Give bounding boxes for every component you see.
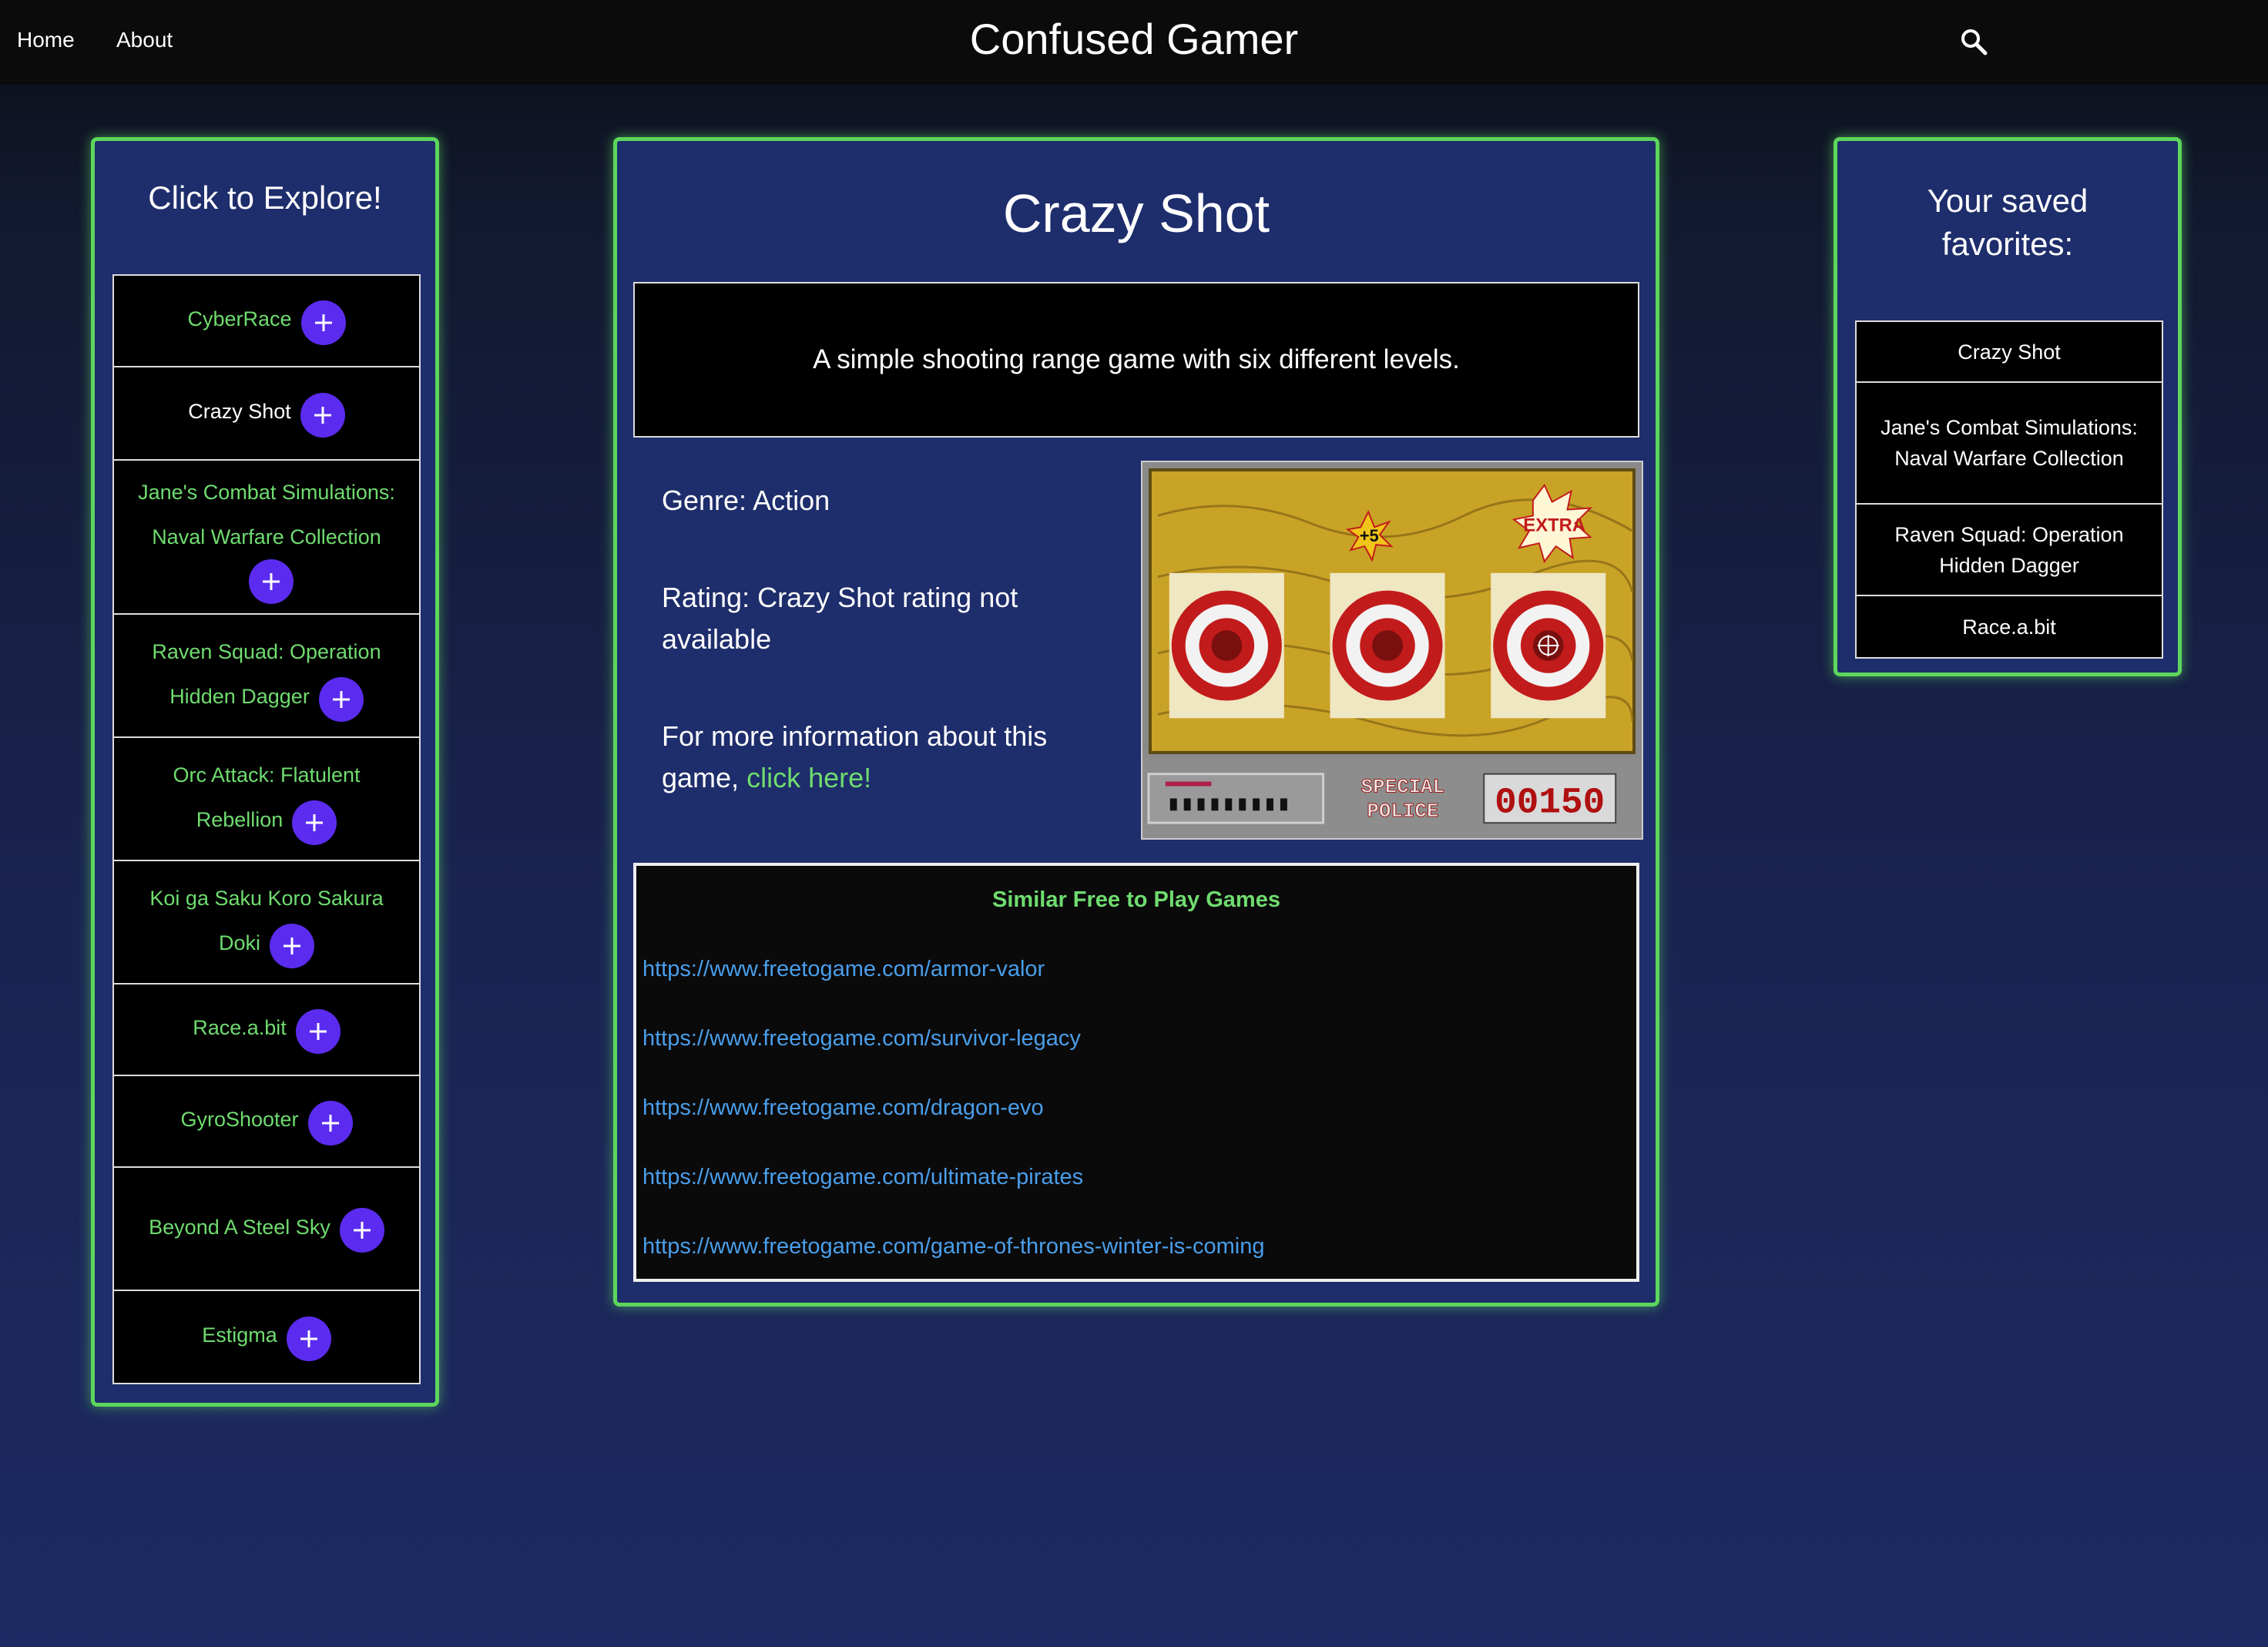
explore-item-label[interactable]: Race.a.bit bbox=[193, 1016, 287, 1039]
explore-panel: Click to Explore! CyberRace Crazy Shot J… bbox=[91, 137, 439, 1407]
bonus-badge: +5 bbox=[1360, 526, 1379, 545]
explore-item-label[interactable]: Crazy Shot bbox=[188, 400, 291, 423]
add-favorite-button[interactable] bbox=[300, 300, 346, 345]
target-1 bbox=[1169, 572, 1284, 719]
add-favorite-button[interactable] bbox=[300, 392, 345, 438]
add-favorite-button[interactable] bbox=[270, 924, 314, 969]
explore-item-label[interactable]: Koi ga Saku Koro Sakura Doki bbox=[149, 887, 383, 954]
list-item[interactable]: Crazy Shot bbox=[114, 367, 419, 461]
game-rating: Rating: Crazy Shot rating not available bbox=[662, 582, 1018, 655]
favorites-title-text: Your saved favorites: bbox=[1927, 183, 2089, 262]
more-info: For more information about this game, cl… bbox=[662, 716, 1093, 799]
similar-game-link[interactable]: https://www.freetogame.com/armor-valor bbox=[642, 957, 1045, 982]
target-3 bbox=[1491, 572, 1606, 719]
similar-games: Similar Free to Play Games https://www.f… bbox=[633, 863, 1639, 1282]
explore-item-label[interactable]: Estigma bbox=[202, 1323, 277, 1347]
add-favorite-button[interactable] bbox=[286, 1316, 331, 1361]
favorite-item[interactable]: Raven Squad: Operation Hidden Dagger bbox=[1857, 505, 2162, 596]
explore-title: Click to Explore! bbox=[148, 179, 382, 216]
list-item[interactable]: Raven Squad: Operation Hidden Dagger bbox=[114, 615, 419, 738]
favorite-item[interactable]: Race.a.bit bbox=[1857, 596, 2162, 657]
game-genre: Genre: Action bbox=[662, 485, 830, 516]
favorite-item[interactable]: Jane's Combat Simulations: Naval Warfare… bbox=[1857, 383, 2162, 505]
top-nav: Home About Confused Gamer bbox=[0, 0, 2268, 85]
similar-game-link[interactable]: https://www.freetogame.com/survivor-lega… bbox=[642, 1026, 1081, 1052]
add-favorite-button[interactable] bbox=[292, 800, 337, 846]
score-display: 00150 bbox=[1495, 782, 1605, 824]
extra-badge: EXTRA bbox=[1523, 515, 1585, 535]
list-item[interactable]: Beyond A Steel Sky bbox=[114, 1168, 419, 1291]
explore-item-label[interactable]: CyberRace bbox=[187, 307, 291, 330]
list-item[interactable]: CyberRace bbox=[114, 276, 419, 367]
add-favorite-button[interactable] bbox=[307, 1100, 353, 1146]
favorite-item[interactable]: Crazy Shot bbox=[1857, 322, 2162, 383]
list-item[interactable]: GyroShooter bbox=[114, 1076, 419, 1168]
list-item[interactable]: Jane's Combat Simulations: Naval Warfare… bbox=[114, 461, 419, 615]
similar-game-link[interactable]: https://www.freetogame.com/dragon-evo bbox=[642, 1095, 1044, 1121]
similar-game-link[interactable]: https://www.freetogame.com/ultimate-pira… bbox=[642, 1165, 1083, 1190]
target-2 bbox=[1330, 572, 1445, 719]
favorites-panel: Your saved favorites: Crazy Shot Jane's … bbox=[1834, 137, 2182, 676]
game-detail-panel: Crazy Shot A simple shooting range game … bbox=[613, 137, 1659, 1307]
game-screenshot: +5 EXTRA SPECIAL POLICE 00150 bbox=[1141, 461, 1643, 840]
special-label: SPECIAL bbox=[1361, 777, 1444, 799]
game-info: Genre: Action Rating: Crazy Shot rating … bbox=[662, 480, 1093, 854]
search-icon[interactable] bbox=[1958, 26, 1989, 57]
similar-games-title: Similar Free to Play Games bbox=[992, 887, 1280, 912]
favorites-title: Your saved favorites: bbox=[1837, 179, 2178, 266]
site-title: Confused Gamer bbox=[969, 15, 1299, 63]
more-info-link[interactable]: click here! bbox=[746, 762, 871, 793]
explore-item-label[interactable]: Jane's Combat Simulations: Naval Warfare… bbox=[138, 481, 395, 548]
explore-item-label[interactable]: Beyond A Steel Sky bbox=[149, 1216, 330, 1239]
add-favorite-button[interactable] bbox=[249, 559, 294, 604]
explore-item-label[interactable]: GyroShooter bbox=[180, 1108, 298, 1131]
add-favorite-button[interactable] bbox=[318, 677, 364, 723]
list-item[interactable]: Orc Attack: Flatulent Rebellion bbox=[114, 738, 419, 861]
list-item[interactable]: Koi ga Saku Koro Sakura Doki bbox=[114, 861, 419, 985]
explore-list: CyberRace Crazy Shot Jane's Combat Simul… bbox=[112, 274, 421, 1384]
similar-game-link[interactable]: https://www.freetogame.com/game-of-thron… bbox=[642, 1234, 1264, 1260]
add-favorite-button[interactable] bbox=[295, 1008, 341, 1054]
add-favorite-button[interactable] bbox=[339, 1208, 384, 1253]
list-item[interactable]: Race.a.bit bbox=[114, 985, 419, 1076]
game-description: A simple shooting range game with six di… bbox=[633, 282, 1639, 438]
favorites-list: Crazy Shot Jane's Combat Simulations: Na… bbox=[1855, 320, 2163, 659]
game-title: Crazy Shot bbox=[1002, 183, 1270, 243]
police-label: POLICE bbox=[1367, 800, 1438, 823]
game-description-text: A simple shooting range game with six di… bbox=[813, 344, 1460, 374]
list-item[interactable]: Estigma bbox=[114, 1291, 419, 1383]
